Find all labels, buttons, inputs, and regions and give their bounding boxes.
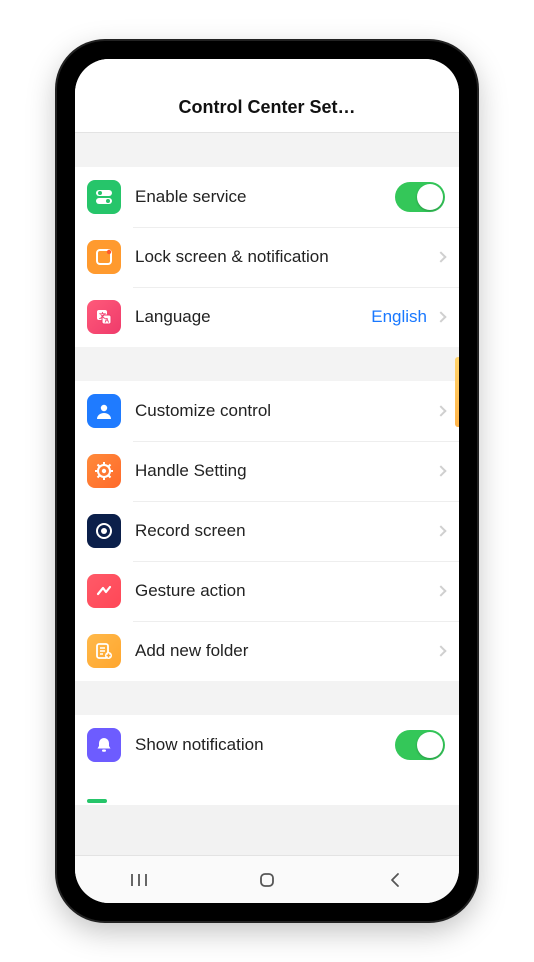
gear-icon: [87, 454, 121, 488]
chevron-right-icon: [435, 645, 446, 656]
row-add-folder[interactable]: Add new folder: [75, 621, 459, 681]
chevron-right-icon: [435, 525, 446, 536]
record-icon: [87, 514, 121, 548]
phone-frame: Control Center Set… Enable service: [57, 41, 477, 921]
row-label: Add new folder: [135, 641, 433, 661]
show-notification-toggle[interactable]: [395, 730, 445, 760]
group-gap: [75, 681, 459, 715]
toggle-panel-icon: [87, 180, 121, 214]
chevron-right-icon: [435, 405, 446, 416]
group-gap: [75, 347, 459, 381]
row-label: Record screen: [135, 521, 433, 541]
row-label: Handle Setting: [135, 461, 433, 481]
group-gap: [75, 133, 459, 167]
settings-group-2: Customize control Handle Setting: [75, 381, 459, 681]
partial-next-row: [75, 775, 459, 805]
row-language[interactable]: 文A Language English: [75, 287, 459, 347]
chevron-right-icon: [435, 585, 446, 596]
page-title: Control Center Set…: [91, 97, 443, 118]
nav-recents-button[interactable]: [119, 860, 159, 900]
system-nav-bar: [75, 855, 459, 903]
settings-group-3: Show notification: [75, 715, 459, 775]
row-label: Show notification: [135, 735, 395, 755]
chevron-right-icon: [435, 465, 446, 476]
nav-back-button[interactable]: [375, 860, 415, 900]
language-icon: 文A: [87, 300, 121, 334]
settings-group-1: Enable service Lock screen & notificatio…: [75, 167, 459, 347]
language-value: English: [371, 307, 427, 327]
row-lock-screen[interactable]: Lock screen & notification: [75, 227, 459, 287]
app-screen: Control Center Set… Enable service: [75, 59, 459, 903]
row-record-screen[interactable]: Record screen: [75, 501, 459, 561]
row-gesture-action[interactable]: Gesture action: [75, 561, 459, 621]
svg-text:A: A: [105, 318, 110, 325]
chevron-right-icon: [435, 311, 446, 322]
row-enable-service[interactable]: Enable service: [75, 167, 459, 227]
row-label: Customize control: [135, 401, 433, 421]
row-show-notification[interactable]: Show notification: [75, 715, 459, 775]
settings-scroll[interactable]: Enable service Lock screen & notificatio…: [75, 133, 459, 855]
row-label: Gesture action: [135, 581, 433, 601]
enable-service-toggle[interactable]: [395, 182, 445, 212]
edge-panel-handle[interactable]: [455, 357, 459, 427]
row-label: Language: [135, 307, 371, 327]
person-icon: [87, 394, 121, 428]
nav-home-button[interactable]: [247, 860, 287, 900]
folder-add-icon: [87, 634, 121, 668]
app-header: Control Center Set…: [75, 59, 459, 133]
row-label: Lock screen & notification: [135, 247, 433, 267]
row-label: Enable service: [135, 187, 395, 207]
bell-icon: [87, 728, 121, 762]
chevron-right-icon: [435, 251, 446, 262]
row-handle-setting[interactable]: Handle Setting: [75, 441, 459, 501]
row-customize-control[interactable]: Customize control: [75, 381, 459, 441]
lock-screen-icon: [87, 240, 121, 274]
partial-icon-hint: [87, 799, 107, 803]
gesture-icon: [87, 574, 121, 608]
phone-inner: Control Center Set… Enable service: [69, 53, 465, 909]
